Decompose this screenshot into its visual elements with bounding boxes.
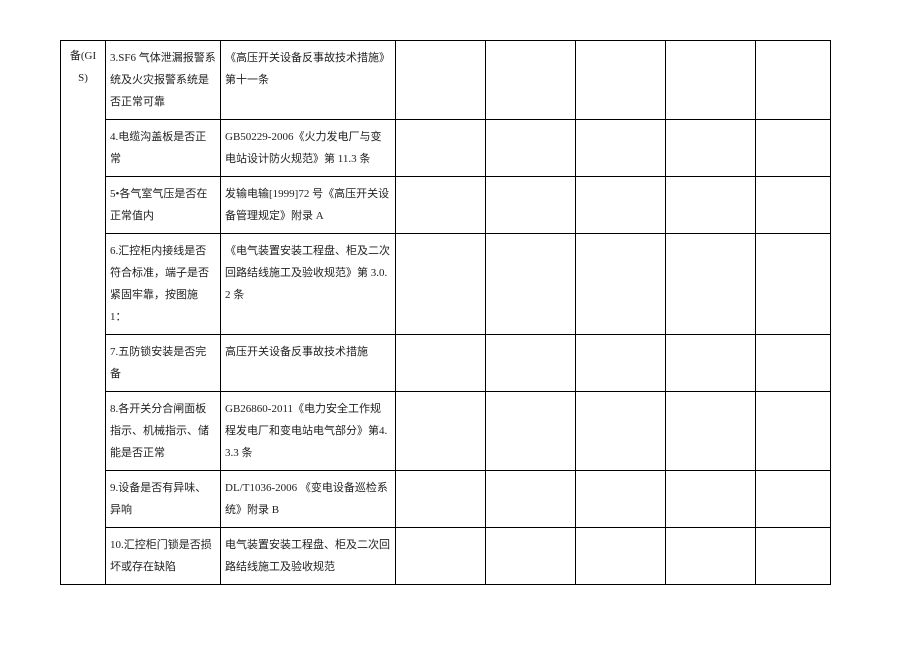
- cell-empty: [666, 234, 756, 335]
- cell-category: 备(GIS): [61, 41, 106, 585]
- cell-item: 9.设备是否有异味、异响: [106, 471, 221, 528]
- cell-empty: [396, 41, 486, 120]
- cell-empty: [576, 392, 666, 471]
- cell-empty: [666, 471, 756, 528]
- cell-empty: [486, 528, 576, 585]
- cell-ref: 电气装置安装工程盘、柜及二次回路结线施工及验收规范: [221, 528, 396, 585]
- cell-empty: [756, 471, 831, 528]
- cell-empty: [576, 234, 666, 335]
- cell-empty: [756, 392, 831, 471]
- cell-empty: [666, 335, 756, 392]
- cell-empty: [396, 335, 486, 392]
- cell-empty: [666, 120, 756, 177]
- cell-empty: [486, 41, 576, 120]
- cell-ref: GB50229-2006《火力发电厂与变电站设计防火规范》第 11.3 条: [221, 120, 396, 177]
- cell-ref: 《电气装置安装工程盘、柜及二次回路结线施工及验收规范》第 3.0.2 条: [221, 234, 396, 335]
- cell-empty: [486, 335, 576, 392]
- cell-empty: [486, 177, 576, 234]
- table-row: 5•各气室气压是否在正常值内 发输电输[1999]72 号《高压开关设备管理规定…: [61, 177, 831, 234]
- cell-empty: [756, 41, 831, 120]
- cell-empty: [576, 528, 666, 585]
- cell-empty: [756, 120, 831, 177]
- cell-empty: [576, 120, 666, 177]
- cell-item: 7.五防锁安装是否完备: [106, 335, 221, 392]
- cell-empty: [396, 234, 486, 335]
- cell-item: 3.SF6 气体泄漏报警系统及火灾报警系统是否正常可靠: [106, 41, 221, 120]
- cell-empty: [756, 528, 831, 585]
- cell-empty: [756, 335, 831, 392]
- table-row: 6.汇控柜内接线是否符合标准，端子是否紧固牢靠，按图施 1： 《电气装置安装工程…: [61, 234, 831, 335]
- table-row: 4.电缆沟盖板是否正常 GB50229-2006《火力发电厂与变电站设计防火规范…: [61, 120, 831, 177]
- table-row: 备(GIS) 3.SF6 气体泄漏报警系统及火灾报警系统是否正常可靠 《高压开关…: [61, 41, 831, 120]
- cell-item: 8.各开关分合闸面板指示、机械指示、储能是否正常: [106, 392, 221, 471]
- table-row: 9.设备是否有异味、异响 DL/T1036-2006 《变电设备巡检系统》附录 …: [61, 471, 831, 528]
- cell-empty: [396, 528, 486, 585]
- cell-ref: GB26860-2011《电力安全工作规程发电厂和变电站电气部分》第4.3.3 …: [221, 392, 396, 471]
- cell-item: 10.汇控柜门锁是否损坏或存在缺陷: [106, 528, 221, 585]
- cell-empty: [396, 120, 486, 177]
- cell-empty: [486, 120, 576, 177]
- cell-empty: [666, 177, 756, 234]
- cell-empty: [576, 471, 666, 528]
- cell-ref: 高压开关设备反事故技术措施: [221, 335, 396, 392]
- table-row: 8.各开关分合闸面板指示、机械指示、储能是否正常 GB26860-2011《电力…: [61, 392, 831, 471]
- cell-empty: [396, 177, 486, 234]
- cell-empty: [396, 392, 486, 471]
- cell-empty: [396, 471, 486, 528]
- table-row: 10.汇控柜门锁是否损坏或存在缺陷 电气装置安装工程盘、柜及二次回路结线施工及验…: [61, 528, 831, 585]
- cell-ref: DL/T1036-2006 《变电设备巡检系统》附录 B: [221, 471, 396, 528]
- cell-item: 6.汇控柜内接线是否符合标准，端子是否紧固牢靠，按图施 1：: [106, 234, 221, 335]
- cell-empty: [486, 392, 576, 471]
- cell-empty: [666, 41, 756, 120]
- cell-item: 5•各气室气压是否在正常值内: [106, 177, 221, 234]
- cell-empty: [486, 471, 576, 528]
- cell-empty: [576, 177, 666, 234]
- cell-empty: [756, 234, 831, 335]
- table-row: 7.五防锁安装是否完备 高压开关设备反事故技术措施: [61, 335, 831, 392]
- document-page: { "rows": [ { "a": "备(GIS)", "b": "3.SF6…: [0, 0, 920, 651]
- cell-empty: [756, 177, 831, 234]
- inspection-table: 备(GIS) 3.SF6 气体泄漏报警系统及火灾报警系统是否正常可靠 《高压开关…: [60, 40, 831, 585]
- cell-empty: [576, 335, 666, 392]
- cell-item: 4.电缆沟盖板是否正常: [106, 120, 221, 177]
- cell-empty: [666, 528, 756, 585]
- cell-empty: [666, 392, 756, 471]
- cell-empty: [576, 41, 666, 120]
- cell-empty: [486, 234, 576, 335]
- cell-ref: 发输电输[1999]72 号《高压开关设备管理规定》附录 A: [221, 177, 396, 234]
- cell-ref: 《高压开关设备反事故技术措施》第十一条: [221, 41, 396, 120]
